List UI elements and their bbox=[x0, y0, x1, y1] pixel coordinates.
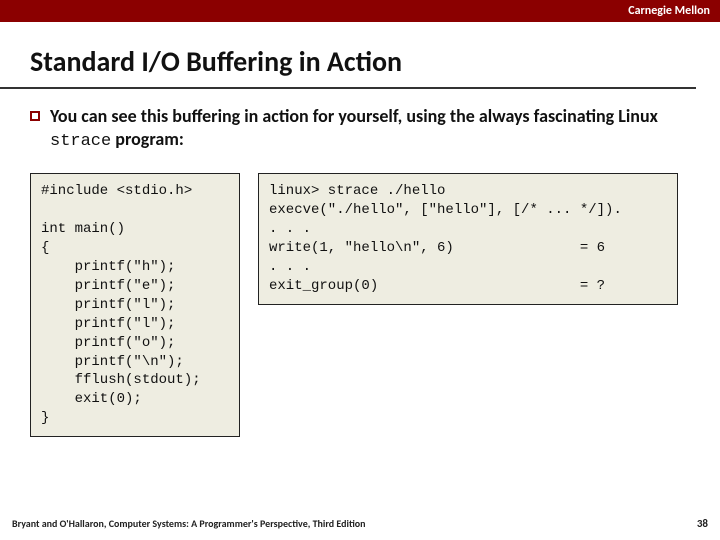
slide-content: You can see this buffering in action for… bbox=[0, 89, 720, 437]
page-title: Standard I/O Buffering in Action bbox=[0, 22, 696, 89]
bullet-text: You can see this buffering in action for… bbox=[50, 105, 690, 153]
org-label: Carnegie Mellon bbox=[628, 4, 710, 18]
bullet-item: You can see this buffering in action for… bbox=[30, 105, 690, 153]
bullet-text-pre: You can see this buffering in action for… bbox=[50, 105, 658, 127]
footer-page-number: 38 bbox=[697, 517, 708, 530]
footer-citation: Bryant and O'Hallaron, Computer Systems:… bbox=[12, 517, 366, 530]
code-source: #include <stdio.h> int main() { printf("… bbox=[30, 173, 240, 437]
bullet-icon bbox=[30, 111, 40, 121]
bullet-text-post: program: bbox=[111, 128, 184, 150]
footer: Bryant and O'Hallaron, Computer Systems:… bbox=[12, 517, 708, 530]
bullet-mono: strace bbox=[50, 132, 111, 151]
code-columns: #include <stdio.h> int main() { printf("… bbox=[30, 173, 690, 437]
header-bar: Carnegie Mellon bbox=[0, 0, 720, 22]
code-output: linux> strace ./hello execve("./hello", … bbox=[258, 173, 678, 304]
